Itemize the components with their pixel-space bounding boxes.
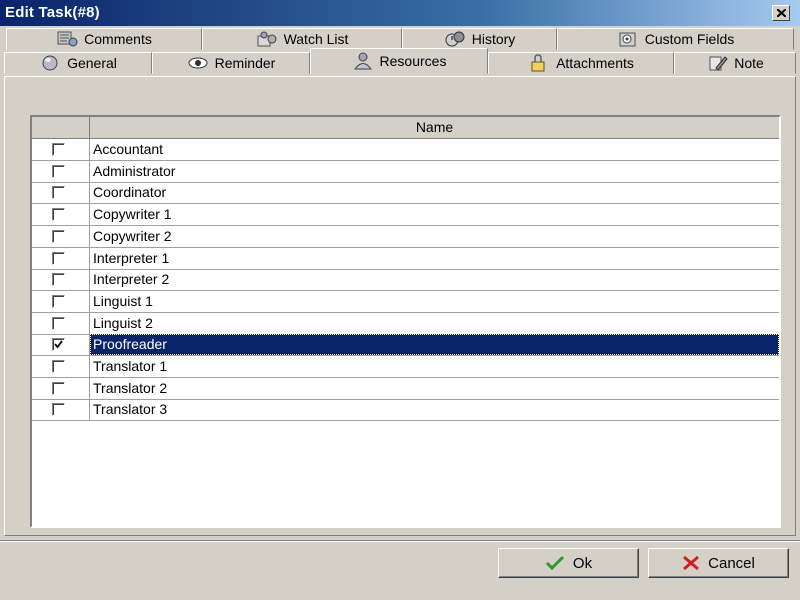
cancel-button[interactable]: Cancel [648,548,789,578]
row-checkbox[interactable] [52,381,65,395]
tab-watch-list[interactable]: Watch List [202,28,402,50]
check-cell [32,204,90,226]
row-checkbox[interactable] [52,164,65,178]
check-cell [32,334,90,356]
resources-icon [353,52,372,70]
table-row[interactable]: Copywriter 1 [32,204,779,227]
tab-reminder[interactable]: Reminder [152,52,310,74]
check-cell [32,160,90,182]
tab-comments[interactable]: Comments [6,28,202,50]
tab-resources[interactable]: Resources [310,48,488,74]
row-name: Coordinator [93,184,167,201]
tab-note-label: Note [734,55,764,71]
tab-comments-label: Comments [84,31,152,47]
row-name: Interpreter 1 [93,249,170,266]
tab-reminder-label: Reminder [214,55,276,71]
table-row[interactable]: Accountant [32,139,779,161]
note-icon [709,56,728,71]
cancel-button-label: Cancel [708,554,755,572]
row-checkbox[interactable] [52,229,65,243]
row-checkbox[interactable] [52,316,65,330]
ok-button-label: Ok [572,554,593,572]
table-row[interactable]: Interpreter 2 [32,269,779,292]
row-name: Copywriter 2 [93,227,172,244]
header-check-column[interactable] [32,117,90,138]
row-name: Translator 2 [93,379,168,396]
table-row[interactable]: Linguist 1 [32,290,779,313]
check-cell [32,139,90,160]
attachments-icon [531,54,545,72]
row-name: Copywriter 1 [93,206,172,223]
row-checkbox[interactable] [52,338,65,352]
row-checkbox[interactable] [52,360,65,373]
row-name: Accountant [93,141,164,157]
general-icon [42,55,58,71]
table-row[interactable]: Proofreader [32,334,779,357]
table-row[interactable]: Copywriter 2 [32,225,779,248]
row-name: Administrator [93,162,176,179]
row-name: Proofreader [90,334,779,356]
table-row[interactable]: Interpreter 1 [32,247,779,270]
check-icon [54,340,63,349]
check-cell [32,377,90,399]
close-button[interactable] [772,5,790,21]
row-name: Interpreter 2 [93,271,170,288]
table-row[interactable]: Translator 3 [32,399,779,422]
grid-header: Name [32,117,779,139]
check-cell [32,225,90,247]
tab-attachments[interactable]: Attachments [488,52,674,74]
check-cell [32,182,90,204]
tab-general[interactable]: General [4,52,152,74]
check-cell [32,247,90,269]
tab-custom-fields-label: Custom Fields [644,31,735,47]
reminder-icon [188,57,208,69]
table-row[interactable]: Translator 2 [32,377,779,400]
tab-history-label: History [471,31,516,47]
row-checkbox[interactable] [52,294,65,308]
tab-note[interactable]: Note [674,52,796,74]
tab-attachments-label: Attachments [556,55,634,71]
custom-fields-icon [619,32,636,47]
checkmark-icon [545,555,564,571]
row-name: Linguist 1 [93,292,153,309]
ok-button[interactable]: Ok [498,548,639,578]
row-checkbox[interactable] [52,403,65,417]
check-cell [32,356,90,377]
tab-history[interactable]: History [402,28,557,50]
row-name: Translator 1 [93,358,168,374]
tab-watch-list-label: Watch List [283,31,349,47]
tab-general-label: General [67,55,117,71]
title-bar[interactable]: Edit Task(#8) [0,0,800,26]
row-checkbox[interactable] [52,143,65,156]
check-cell [32,290,90,312]
table-row[interactable]: Linguist 2 [32,312,779,335]
table-row[interactable]: Translator 1 [32,356,779,378]
window-title: Edit Task(#8) [5,4,100,21]
row-name: Translator 3 [93,401,168,418]
comments-icon [57,31,78,47]
cancel-x-icon [683,555,700,571]
table-row[interactable]: Coordinator [32,182,779,205]
watch-list-icon [257,31,277,47]
check-cell [32,269,90,291]
check-cell [32,312,90,334]
row-checkbox[interactable] [52,251,65,265]
history-icon [445,31,465,47]
row-checkbox[interactable] [52,208,65,222]
header-name-column[interactable]: Name [90,117,779,138]
tab-custom-fields[interactable]: Custom Fields [557,28,794,50]
row-checkbox[interactable] [52,273,65,287]
tab-resources-label: Resources [379,53,447,69]
close-icon [777,9,786,17]
check-cell [32,399,90,421]
row-name: Linguist 2 [93,314,153,331]
resources-grid[interactable]: Name Accountant Administrator Coordinator C… [30,115,781,528]
table-row[interactable]: Administrator [32,160,779,183]
footer-divider [0,540,800,542]
row-checkbox[interactable] [52,186,65,200]
